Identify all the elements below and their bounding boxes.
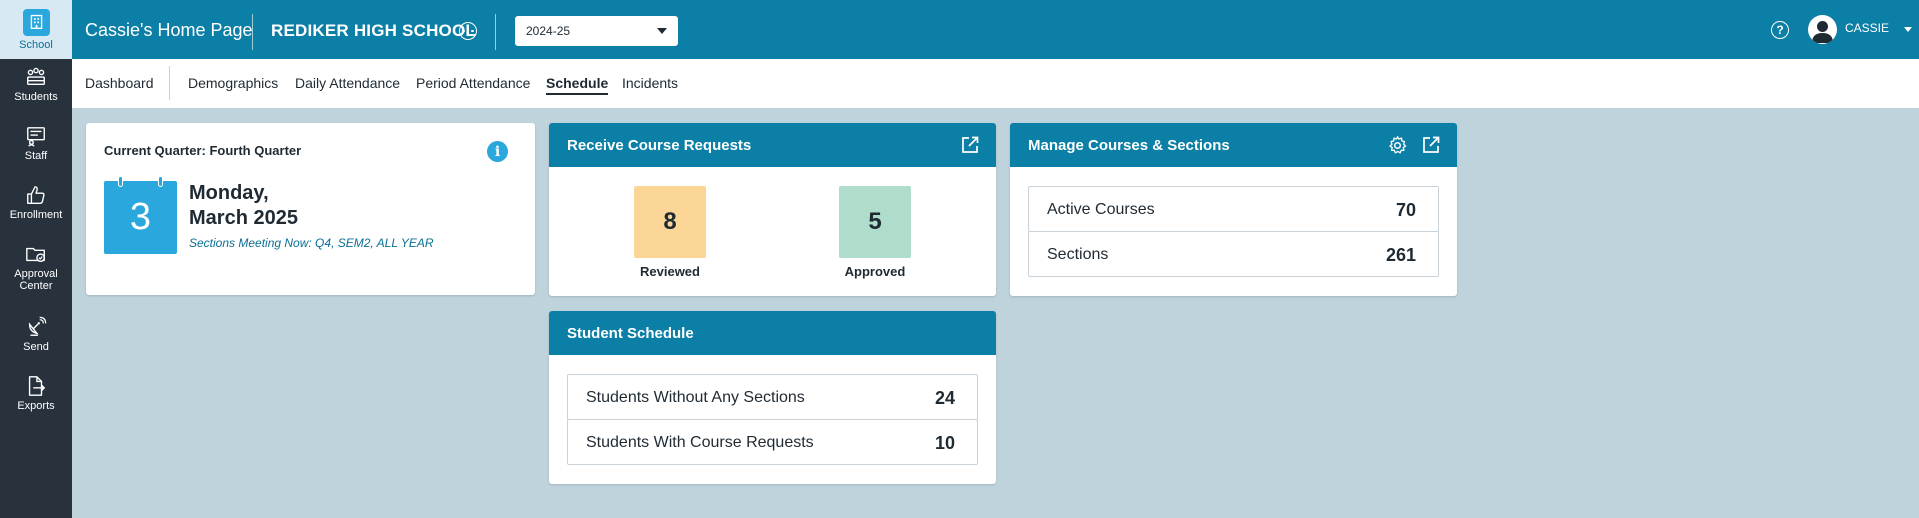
satellite-icon [28, 316, 47, 336]
school-icon [22, 9, 50, 36]
sidebar-item-label: Staff [24, 150, 48, 162]
sidebar-item-send[interactable]: Send [0, 316, 72, 353]
school-name: REDIKER HIGH SCHOOL [271, 21, 476, 40]
sidebar-item-staff[interactable]: Staff [0, 125, 72, 162]
sidebar-item-label: Exports [17, 400, 55, 412]
chevron-down-icon [657, 28, 667, 34]
sidebar-item-label: Enrollment [9, 209, 63, 221]
sidebar-item-enrollment[interactable]: Enrollment [0, 184, 72, 221]
row-label: Sections [1047, 246, 1109, 263]
current-month-year: March 2025 [189, 207, 298, 229]
tab-daily-attendance[interactable]: Daily Attendance [295, 75, 400, 91]
sidebar-item-label: Center [19, 280, 53, 292]
user-icon [1812, 21, 1833, 43]
tab-divider [169, 66, 170, 100]
reviewed-count[interactable]: 8 [634, 186, 706, 258]
row-label: Students Without Any Sections [586, 389, 805, 406]
manage-courses-card: Manage Courses & Sections Active Courses… [1010, 123, 1457, 296]
chevron-down-icon[interactable] [1904, 27, 1912, 32]
row-value: 70 [1395, 200, 1416, 220]
tab-schedule[interactable]: Schedule [546, 75, 609, 95]
row-value: 10 [934, 433, 955, 453]
tab-demographics[interactable]: Demographics [188, 75, 278, 91]
app-sidebar: School Students Staff Enrollment Approva… [0, 0, 72, 518]
sections-row[interactable]: Sections 261 [1028, 231, 1439, 277]
row-value: 24 [934, 388, 955, 408]
sidebar-item-label: Approval [14, 268, 58, 280]
sidebar-item-label: School [19, 39, 53, 51]
app-header: Cassie's Home Page REDIKER HIGH SCHOOL 2… [72, 0, 1919, 59]
card-header: Manage Courses & Sections [1010, 123, 1457, 167]
sections-meeting-now: Sections Meeting Now: Q4, SEM2, ALL YEAR [189, 236, 434, 250]
students-icon [27, 67, 45, 86]
header-divider [495, 14, 496, 50]
external-link-icon[interactable] [1421, 135, 1441, 160]
info-icon[interactable]: i [487, 141, 508, 162]
active-courses-row[interactable]: Active Courses 70 [1028, 186, 1439, 232]
staff-icon [27, 127, 45, 147]
row-label: Students With Course Requests [586, 434, 814, 451]
students-without-sections-row[interactable]: Students Without Any Sections 24 [567, 374, 978, 420]
tab-dashboard[interactable]: Dashboard [85, 75, 154, 91]
calendar-day-number: 3 [129, 196, 152, 238]
external-link-icon[interactable] [960, 135, 980, 160]
gear-icon[interactable] [1387, 135, 1408, 161]
sidebar-item-exports[interactable]: Exports [0, 375, 72, 412]
course-requests-card: Receive Course Requests 8 Reviewed 5 App… [549, 123, 996, 296]
folder-check-icon [26, 247, 45, 263]
current-date: Monday, March 2025 [189, 181, 298, 231]
calendar-icon: 3 [104, 176, 177, 254]
card-title: Receive Course Requests [567, 137, 752, 154]
user-menu-name[interactable]: CASSIE [1845, 21, 1889, 35]
school-year-select[interactable]: 2024-25 [515, 16, 678, 46]
file-export-icon [28, 376, 46, 396]
current-quarter-label: Current Quarter: Fourth Quarter [104, 143, 302, 158]
section-tabs: Dashboard Demographics Daily Attendance … [72, 59, 1919, 108]
row-label: Active Courses [1047, 201, 1155, 218]
sidebar-item-approval-center[interactable]: Approval Center [0, 243, 72, 292]
student-schedule-card: Student Schedule Students Without Any Se… [549, 311, 996, 484]
header-divider [252, 14, 253, 50]
sidebar-item-label: Students [14, 91, 58, 103]
school-year-value: 2024-25 [526, 24, 571, 38]
approved-label: Approved [844, 264, 906, 279]
home-page-title: Cassie's Home Page [85, 20, 253, 40]
tab-period-attendance[interactable]: Period Attendance [416, 75, 530, 91]
reviewed-label: Reviewed [640, 264, 700, 279]
row-value: 261 [1385, 245, 1416, 265]
help-icon[interactable]: ? [1771, 21, 1789, 39]
card-header: Receive Course Requests [549, 123, 996, 167]
thumbs-up-icon [27, 186, 45, 204]
approved-count[interactable]: 5 [839, 186, 911, 258]
more-options-icon[interactable] [459, 22, 477, 40]
sidebar-item-school[interactable]: School [0, 0, 72, 59]
current-weekday: Monday, [189, 182, 269, 204]
card-title: Manage Courses & Sections [1028, 137, 1230, 154]
card-title: Student Schedule [567, 325, 694, 342]
sidebar-item-students[interactable]: Students [0, 66, 72, 103]
tab-incidents[interactable]: Incidents [622, 75, 678, 91]
sidebar-item-label: Send [23, 341, 49, 353]
current-quarter-card: Current Quarter: Fourth Quarter i 3 Mond… [86, 123, 535, 295]
students-with-requests-row[interactable]: Students With Course Requests 10 [567, 419, 978, 465]
avatar[interactable] [1808, 15, 1837, 44]
card-header: Student Schedule [549, 311, 996, 355]
